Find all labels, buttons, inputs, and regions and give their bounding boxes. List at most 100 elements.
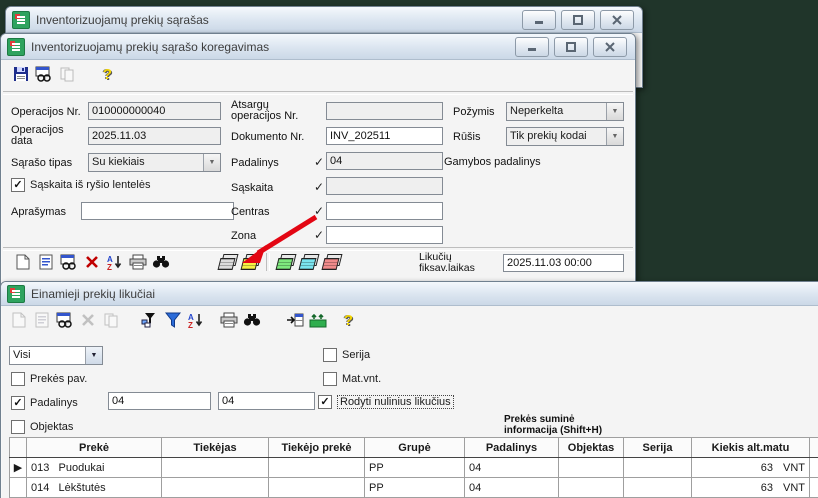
quick-filter-button[interactable] — [140, 311, 159, 329]
delete-button[interactable] — [78, 311, 97, 329]
cell-grupe[interactable]: PP — [364, 477, 465, 498]
zona-field[interactable] — [326, 226, 443, 244]
cell-objektas[interactable] — [558, 457, 624, 478]
cell-serija[interactable] — [623, 457, 692, 478]
cell-preke[interactable]: 013 Puodukai — [26, 457, 162, 478]
cell-objektas[interactable] — [558, 477, 624, 498]
stock-red-button[interactable] — [321, 253, 343, 271]
operacijos-data-field[interactable] — [88, 127, 221, 145]
cell-tiekejo-preke[interactable] — [268, 477, 365, 498]
stock-yellow-button[interactable] — [240, 253, 262, 271]
cell-tiekejas[interactable] — [161, 477, 269, 498]
aprasymas-field[interactable] — [81, 202, 234, 220]
padalinys-field[interactable] — [326, 152, 443, 170]
dropdown-arrow-icon[interactable]: ▼ — [606, 103, 623, 120]
window3-titlebar[interactable]: Einamieji prekių likučiai — [1, 282, 818, 306]
saraso-tipas-value: Su kiekiais — [92, 156, 145, 168]
maximize-button[interactable] — [561, 10, 595, 30]
record-view-button[interactable] — [34, 65, 53, 83]
table-row[interactable]: 014 Lėkštutės PP 04 63 VNT — [9, 477, 818, 498]
cell-tiekejo-preke[interactable] — [268, 457, 365, 478]
copy-button[interactable] — [101, 311, 120, 329]
search-button[interactable] — [151, 253, 170, 271]
cell-padalinys[interactable]: 04 — [464, 457, 559, 478]
atsargu-operacijos-nr-field[interactable] — [326, 102, 443, 120]
col-padalinys[interactable]: Padalinys — [464, 437, 559, 458]
mat-vnt-checkbox[interactable]: Mat.vnt. — [323, 372, 381, 386]
rusis-value: Tik prekių kodai — [510, 130, 587, 142]
col-serija[interactable]: Serija — [623, 437, 692, 458]
maximize-button[interactable] — [554, 37, 588, 57]
padalinys-filter-checkbox[interactable]: ✓ Padalinys — [11, 396, 78, 410]
stock-import-button[interactable] — [308, 311, 327, 329]
saraso-tipas-select[interactable]: Su kiekiais ▼ — [88, 153, 221, 172]
close-button[interactable] — [600, 10, 634, 30]
sort-button[interactable]: AZ — [105, 253, 124, 271]
window2-titlebar[interactable]: Inventorizuojamų prekių sąrašo koregavim… — [1, 34, 635, 60]
saskaita-is-rysio-label: Sąskaita iš ryšio lentelės — [30, 179, 151, 191]
stock-cyan-button[interactable] — [298, 253, 320, 271]
copy-button[interactable] — [57, 65, 76, 83]
open-record-button[interactable] — [36, 253, 55, 271]
cell-kiekis[interactable]: 63 VNT — [691, 477, 810, 498]
scope-select[interactable]: Visi ▼ — [9, 346, 103, 365]
record-view-icon — [56, 312, 72, 328]
minimize-button[interactable] — [515, 37, 549, 57]
col-kiekis-alt-matu[interactable]: Kiekis alt.matu — [691, 437, 810, 458]
rodyti-nulinius-label: Rodyti nulinius likučius — [337, 395, 454, 409]
dokumento-nr-field[interactable] — [326, 127, 443, 145]
new-record-button[interactable] — [9, 311, 28, 329]
atsargu-operacijos-nr-label: Atsargų operacijos Nr. — [231, 100, 298, 122]
insert-to-document-button[interactable] — [285, 311, 304, 329]
cell-padalinys[interactable]: 04 — [464, 477, 559, 498]
window1-titlebar[interactable]: Inventorizuojamų prekių sąrašas — [6, 7, 642, 33]
close-button[interactable] — [593, 37, 627, 57]
saskaita-is-rysio-checkbox[interactable]: ✓ Sąskaita iš ryšio lentelės — [11, 178, 150, 192]
cell-tiekejas[interactable] — [161, 457, 269, 478]
delete-button[interactable] — [82, 253, 101, 271]
stock-green-button[interactable] — [275, 253, 297, 271]
dropdown-arrow-icon[interactable]: ▼ — [606, 128, 623, 145]
col-tiekejas[interactable]: Tiekėjas — [161, 437, 269, 458]
record-view-button[interactable] — [55, 311, 74, 329]
padalinys-filter-label: Padalinys — [30, 397, 78, 409]
info-l2: informacija (Shift+H) — [504, 425, 603, 436]
new-record-button[interactable] — [13, 253, 32, 271]
row-marker-icon: ▶ — [9, 457, 27, 478]
print-button[interactable] — [219, 311, 238, 329]
centras-field[interactable] — [326, 202, 443, 220]
open-record-button[interactable] — [32, 311, 51, 329]
col-grupe[interactable]: Grupė — [364, 437, 465, 458]
prekes-pav-checkbox[interactable]: Prekės pav. — [11, 372, 87, 386]
rodyti-nulinius-checkbox[interactable]: ✓ Rodyti nulinius likučius — [318, 395, 454, 409]
col-preke[interactable]: Prekė — [26, 437, 162, 458]
dropdown-arrow-icon[interactable]: ▼ — [203, 154, 220, 171]
filter-button[interactable] — [163, 311, 182, 329]
search-button[interactable] — [242, 311, 261, 329]
minimize-button[interactable] — [522, 10, 556, 30]
rusis-select[interactable]: Tik prekių kodai ▼ — [506, 127, 624, 146]
col-objektas[interactable]: Objektas — [558, 437, 624, 458]
operacijos-nr-field[interactable] — [88, 102, 221, 120]
pozymis-select[interactable]: Neperkelta ▼ — [506, 102, 624, 121]
help-button[interactable]: ? — [339, 311, 358, 329]
help-button[interactable]: ? — [98, 65, 117, 83]
save-button[interactable] — [11, 65, 30, 83]
padalinys-to-field[interactable] — [218, 392, 315, 410]
table-row[interactable]: ▶ 013 Puodukai PP 04 63 VNT — [9, 457, 818, 478]
objektas-checkbox[interactable]: Objektas — [11, 420, 73, 434]
stock-gray-button[interactable] — [217, 253, 239, 271]
padalinys-from-field[interactable] — [108, 392, 211, 410]
record-view-button[interactable] — [59, 253, 78, 271]
sort-button[interactable]: AZ — [186, 311, 205, 329]
likuciu-fiksav-field[interactable] — [503, 254, 624, 272]
print-button[interactable] — [128, 253, 147, 271]
cell-serija[interactable] — [623, 477, 692, 498]
cell-kiekis[interactable]: 63 VNT — [691, 457, 810, 478]
cell-preke[interactable]: 014 Lėkštutės — [26, 477, 162, 498]
cell-grupe[interactable]: PP — [364, 457, 465, 478]
serija-checkbox[interactable]: Serija — [323, 348, 370, 362]
dropdown-arrow-icon[interactable]: ▼ — [85, 347, 102, 364]
saskaita-field[interactable] — [326, 177, 443, 195]
col-tiekejo-preke[interactable]: Tiekėjo prekė — [268, 437, 365, 458]
